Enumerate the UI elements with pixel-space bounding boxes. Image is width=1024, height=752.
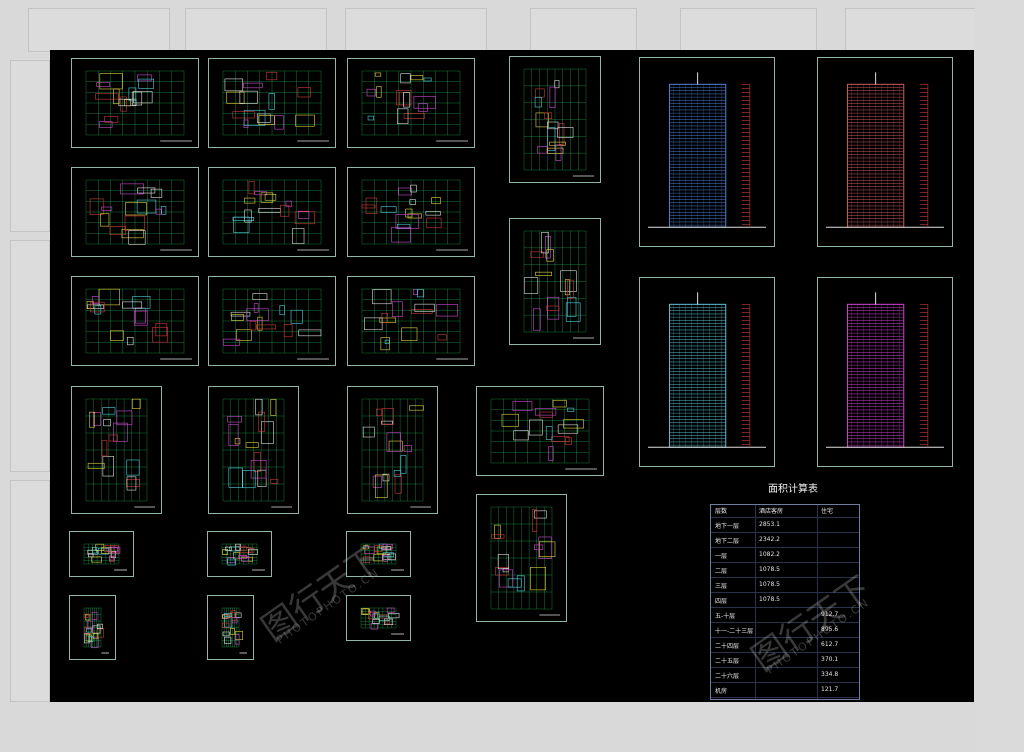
area-table-title: 面积计算表 xyxy=(768,484,818,495)
area-table-cell: 2342.2 xyxy=(759,536,780,543)
site-plan-sheet[interactable] xyxy=(509,218,601,345)
area-table-cell: 370.1 xyxy=(821,656,839,663)
cad-linework xyxy=(523,68,594,177)
area-table-cell: 酒店客房 xyxy=(759,508,784,515)
area-table-cell: 2853.1 xyxy=(759,521,780,528)
area-table-cell: 二十四层 xyxy=(715,643,740,650)
detail-sheet[interactable] xyxy=(346,595,411,641)
cad-linework xyxy=(648,292,766,448)
floor-plan-sheet[interactable] xyxy=(347,58,475,148)
cad-linework xyxy=(221,543,265,571)
floor-plan-sheet[interactable] xyxy=(347,167,475,257)
section-sheet[interactable] xyxy=(476,494,567,622)
ghost-sheet xyxy=(10,240,50,472)
floor-plan-sheet[interactable] xyxy=(71,386,162,514)
elevation-sheet-blue[interactable] xyxy=(639,57,775,247)
elevation-sheet-magenta[interactable] xyxy=(817,277,953,467)
cad-linework xyxy=(648,72,766,228)
area-table-cell: 五-十层 xyxy=(715,613,736,620)
ghost-sheet xyxy=(185,8,327,52)
floor-plan-sheet[interactable] xyxy=(71,167,199,257)
elevation-sheet-red[interactable] xyxy=(817,57,953,247)
section-sheet[interactable] xyxy=(347,386,438,514)
ghost-sheet xyxy=(345,8,487,52)
area-table-cell: 1078.5 xyxy=(759,566,780,573)
floor-plan-sheet[interactable] xyxy=(71,276,199,366)
cad-linework xyxy=(85,398,155,508)
floor-plan-sheet[interactable] xyxy=(208,276,336,366)
cad-linework xyxy=(221,607,247,654)
cad-linework xyxy=(83,543,127,571)
area-table-cell: 四层 xyxy=(715,598,728,605)
detail-sheet[interactable] xyxy=(69,595,116,660)
area-table-header: 层数 酒店客房 住宅 xyxy=(711,505,859,518)
area-table-cell: 334.8 xyxy=(821,671,839,678)
floor-plan-sheet[interactable] xyxy=(208,386,299,514)
cad-linework xyxy=(490,398,597,470)
ghost-sheet xyxy=(10,480,50,702)
cad-linework xyxy=(523,230,594,339)
area-table-cell: 1078.5 xyxy=(759,596,780,603)
detail-sheet[interactable] xyxy=(207,531,272,577)
area-table-column-line xyxy=(755,505,756,699)
cad-drawing-canvas[interactable]: 面积计算表 层数 酒店客房 住宅地下一层 2853.1 地下二层 2342.2 一层 1082… xyxy=(50,50,974,702)
area-table-cell: 三层 xyxy=(715,583,728,590)
cad-linework xyxy=(222,398,292,508)
cad-linework xyxy=(360,607,404,635)
area-table-cell: 地下一层 xyxy=(715,523,740,530)
ghost-sheet xyxy=(28,8,170,52)
elevation-sheet-cyan[interactable] xyxy=(639,277,775,467)
ghost-sheet xyxy=(530,8,637,52)
ghost-sheet xyxy=(680,8,817,52)
detail-sheet[interactable] xyxy=(207,595,254,660)
area-table-row: 地下一层 2853.1 xyxy=(711,520,859,533)
cad-linework xyxy=(490,506,560,616)
area-table-cell: 二层 xyxy=(715,568,728,575)
cad-linework xyxy=(361,288,468,360)
detail-sheet[interactable] xyxy=(476,386,604,476)
floor-plan-sheet[interactable] xyxy=(347,276,475,366)
cad-linework xyxy=(361,179,468,251)
cad-linework xyxy=(826,292,944,448)
cad-linework xyxy=(361,70,468,142)
cad-linework xyxy=(222,70,329,142)
area-table-row: 机房 121.7 xyxy=(711,685,859,698)
area-table-row: 地下二层 2342.2 xyxy=(711,535,859,548)
cad-linework xyxy=(361,398,431,508)
floor-plan-sheet[interactable] xyxy=(208,167,336,257)
area-table-cell: 121.7 xyxy=(821,686,839,693)
cad-linework xyxy=(85,70,192,142)
stair-detail-sheet[interactable] xyxy=(509,56,601,183)
area-table-cell: 合计 xyxy=(715,701,727,702)
ghost-sheet xyxy=(845,8,977,52)
area-table-row: 一层 1082.2 xyxy=(711,550,859,563)
cad-linework xyxy=(85,179,192,251)
area-table-cell: 一层 xyxy=(715,553,728,560)
cad-linework xyxy=(222,288,329,360)
ghost-sheet xyxy=(10,60,50,232)
area-table-row: 二十六层 334.8 xyxy=(711,670,859,683)
area-table-cell: 1082.2 xyxy=(759,551,780,558)
area-table-cell: 1078.5 xyxy=(759,581,780,588)
area-table-cell: 住宅 xyxy=(821,508,834,515)
area-table-cell: 26470.3(包括地下室5395.3) xyxy=(759,701,840,702)
area-table-cell: 机房 xyxy=(715,688,728,695)
area-table-cell: 二十六层 xyxy=(715,673,740,680)
cad-linework xyxy=(85,288,192,360)
area-table-cell: 层数 xyxy=(715,508,728,515)
area-table-row: 合计 26470.3(包括地下室5395.3) xyxy=(711,700,859,702)
ghost-right-panel xyxy=(975,0,1024,752)
cad-linework xyxy=(83,607,109,654)
floor-plan-sheet[interactable] xyxy=(71,58,199,148)
area-table-cell: 612.7 xyxy=(821,641,839,648)
floor-plan-sheet[interactable] xyxy=(208,58,336,148)
cad-linework xyxy=(222,179,329,251)
area-table-cell: 二十五层 xyxy=(715,658,740,665)
area-table-cell: 地下二层 xyxy=(715,538,740,545)
cad-linework xyxy=(826,72,944,228)
detail-sheet[interactable] xyxy=(69,531,134,577)
